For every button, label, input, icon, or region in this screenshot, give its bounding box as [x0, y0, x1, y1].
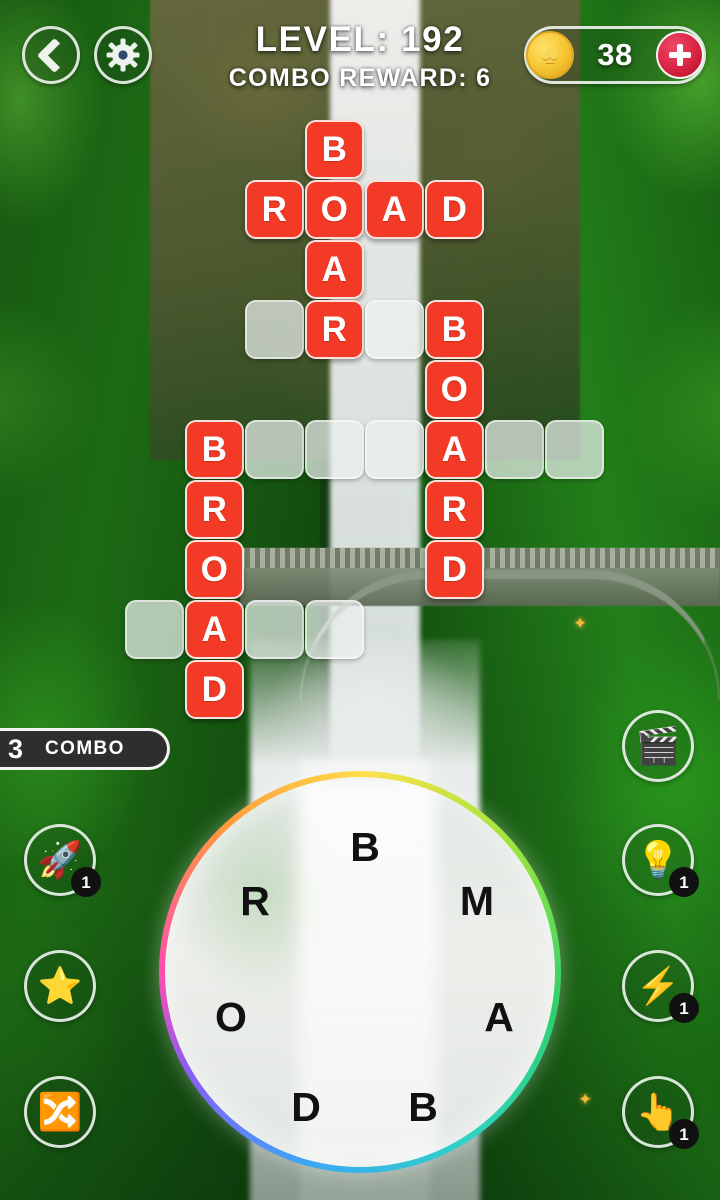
- combo-count: 3: [8, 733, 24, 764]
- grid-tile-filled: A: [425, 420, 484, 479]
- lightning-button[interactable]: ⚡ 1: [622, 950, 699, 1023]
- grid-tile-filled: B: [425, 300, 484, 359]
- grid-tile-letter: O: [440, 370, 469, 409]
- letter-wheel-inner[interactable]: BMABDOR: [165, 777, 555, 1167]
- grid-tile-letter: A: [321, 250, 348, 289]
- grid-tile-letter: O: [320, 190, 349, 229]
- wheel-letter[interactable]: O: [206, 992, 256, 1042]
- grid-tile-letter: R: [201, 490, 228, 529]
- grid-tile-filled: D: [425, 180, 484, 239]
- grid-tile-letter: D: [441, 550, 468, 589]
- grid-tile-letter: A: [441, 430, 468, 469]
- grid-tile-letter: B: [441, 310, 468, 349]
- grid-tile-empty: [245, 300, 304, 359]
- wheel-letter[interactable]: A: [474, 992, 524, 1042]
- shuffle-icon: 🔀: [37, 1091, 83, 1132]
- grid-tile-empty: [365, 300, 424, 359]
- grid-tile-filled: D: [185, 660, 244, 719]
- grid-tile-letter: A: [201, 610, 228, 649]
- star-icon: ⭐: [37, 965, 83, 1006]
- grid-tile-filled: O: [305, 180, 364, 239]
- coin-clover-icon: ♣: [526, 31, 574, 79]
- add-coins-button[interactable]: [656, 31, 704, 79]
- coin-count: 38: [597, 37, 633, 72]
- grid-tile-letter: B: [201, 430, 228, 469]
- shuffle-button[interactable]: 🔀: [24, 1076, 96, 1148]
- grid-tile-letter: B: [321, 130, 348, 169]
- grid-tile-filled: R: [185, 480, 244, 539]
- reveal-letter-button[interactable]: 👆 1: [622, 1076, 699, 1149]
- back-button[interactable]: [22, 26, 80, 84]
- grid-tile-empty: [545, 420, 604, 479]
- grid-tile-filled: A: [365, 180, 424, 239]
- grid-tile-empty: [485, 420, 544, 479]
- grid-tile-letter: R: [441, 490, 468, 529]
- grid-tile-empty: [305, 600, 364, 659]
- grid-tile-filled: B: [305, 120, 364, 179]
- grid-tile-empty: [245, 600, 304, 659]
- grid-tile-empty: [305, 420, 364, 479]
- grid-tile-letter: A: [381, 190, 408, 229]
- sparkle-icon: ✦: [573, 614, 588, 633]
- grid-tile-empty: [125, 600, 184, 659]
- grid-tile-filled: O: [185, 540, 244, 599]
- grid-tile-letter: R: [261, 190, 288, 229]
- grid-tile-filled: A: [305, 240, 364, 299]
- grid-tile-filled: O: [425, 360, 484, 419]
- grid-tile-empty: [245, 420, 304, 479]
- hint-bulb-button[interactable]: 💡 1: [622, 824, 699, 897]
- power-up-count-badge: 1: [669, 1119, 699, 1149]
- power-up-count-badge: 1: [71, 867, 101, 897]
- wheel-letter[interactable]: B: [398, 1082, 448, 1132]
- sparkle-icon: ✦: [578, 1090, 593, 1109]
- grid-tile-letter: O: [200, 550, 229, 589]
- star-button[interactable]: ⭐: [24, 950, 96, 1022]
- top-bar: LEVEL: 192 COMBO REWARD: 6 ♣ 38: [0, 0, 720, 110]
- combo-label: COMBO: [45, 738, 125, 759]
- power-up-count-badge: 1: [669, 867, 699, 897]
- wheel-letter[interactable]: R: [230, 876, 280, 926]
- combo-badge: 3 COMBO: [0, 728, 170, 770]
- grid-tile-letter: R: [321, 310, 348, 349]
- grid-tile-empty: [365, 420, 424, 479]
- chevron-left-icon: [36, 37, 72, 73]
- coin-balance-bar[interactable]: ♣ 38: [524, 26, 706, 84]
- clover-glyph: ♣: [541, 40, 559, 69]
- rocket-booster-button[interactable]: 🚀 1: [24, 824, 101, 897]
- settings-button[interactable]: [94, 26, 152, 84]
- grid-tile-filled: A: [185, 600, 244, 659]
- letter-wheel[interactable]: BMABDOR: [159, 771, 561, 1173]
- watch-video-button[interactable]: 🎬: [622, 710, 694, 782]
- video-clapperboard-icon: 🎬: [635, 725, 681, 766]
- grid-tile-letter: D: [441, 190, 468, 229]
- grid-tile-filled: R: [245, 180, 304, 239]
- grid-tile-filled: R: [425, 480, 484, 539]
- wheel-letter[interactable]: M: [452, 876, 502, 926]
- wheel-letter[interactable]: B: [340, 822, 390, 872]
- game-screen: LEVEL: 192 COMBO REWARD: 6 ♣ 38 BROADARB…: [0, 0, 720, 1200]
- grid-tile-filled: D: [425, 540, 484, 599]
- power-up-count-badge: 1: [669, 993, 699, 1023]
- grid-tile-filled: B: [185, 420, 244, 479]
- grid-tile-letter: D: [201, 670, 228, 709]
- wheel-letter[interactable]: D: [281, 1082, 331, 1132]
- gear-icon: [106, 38, 140, 72]
- grid-tile-filled: R: [305, 300, 364, 359]
